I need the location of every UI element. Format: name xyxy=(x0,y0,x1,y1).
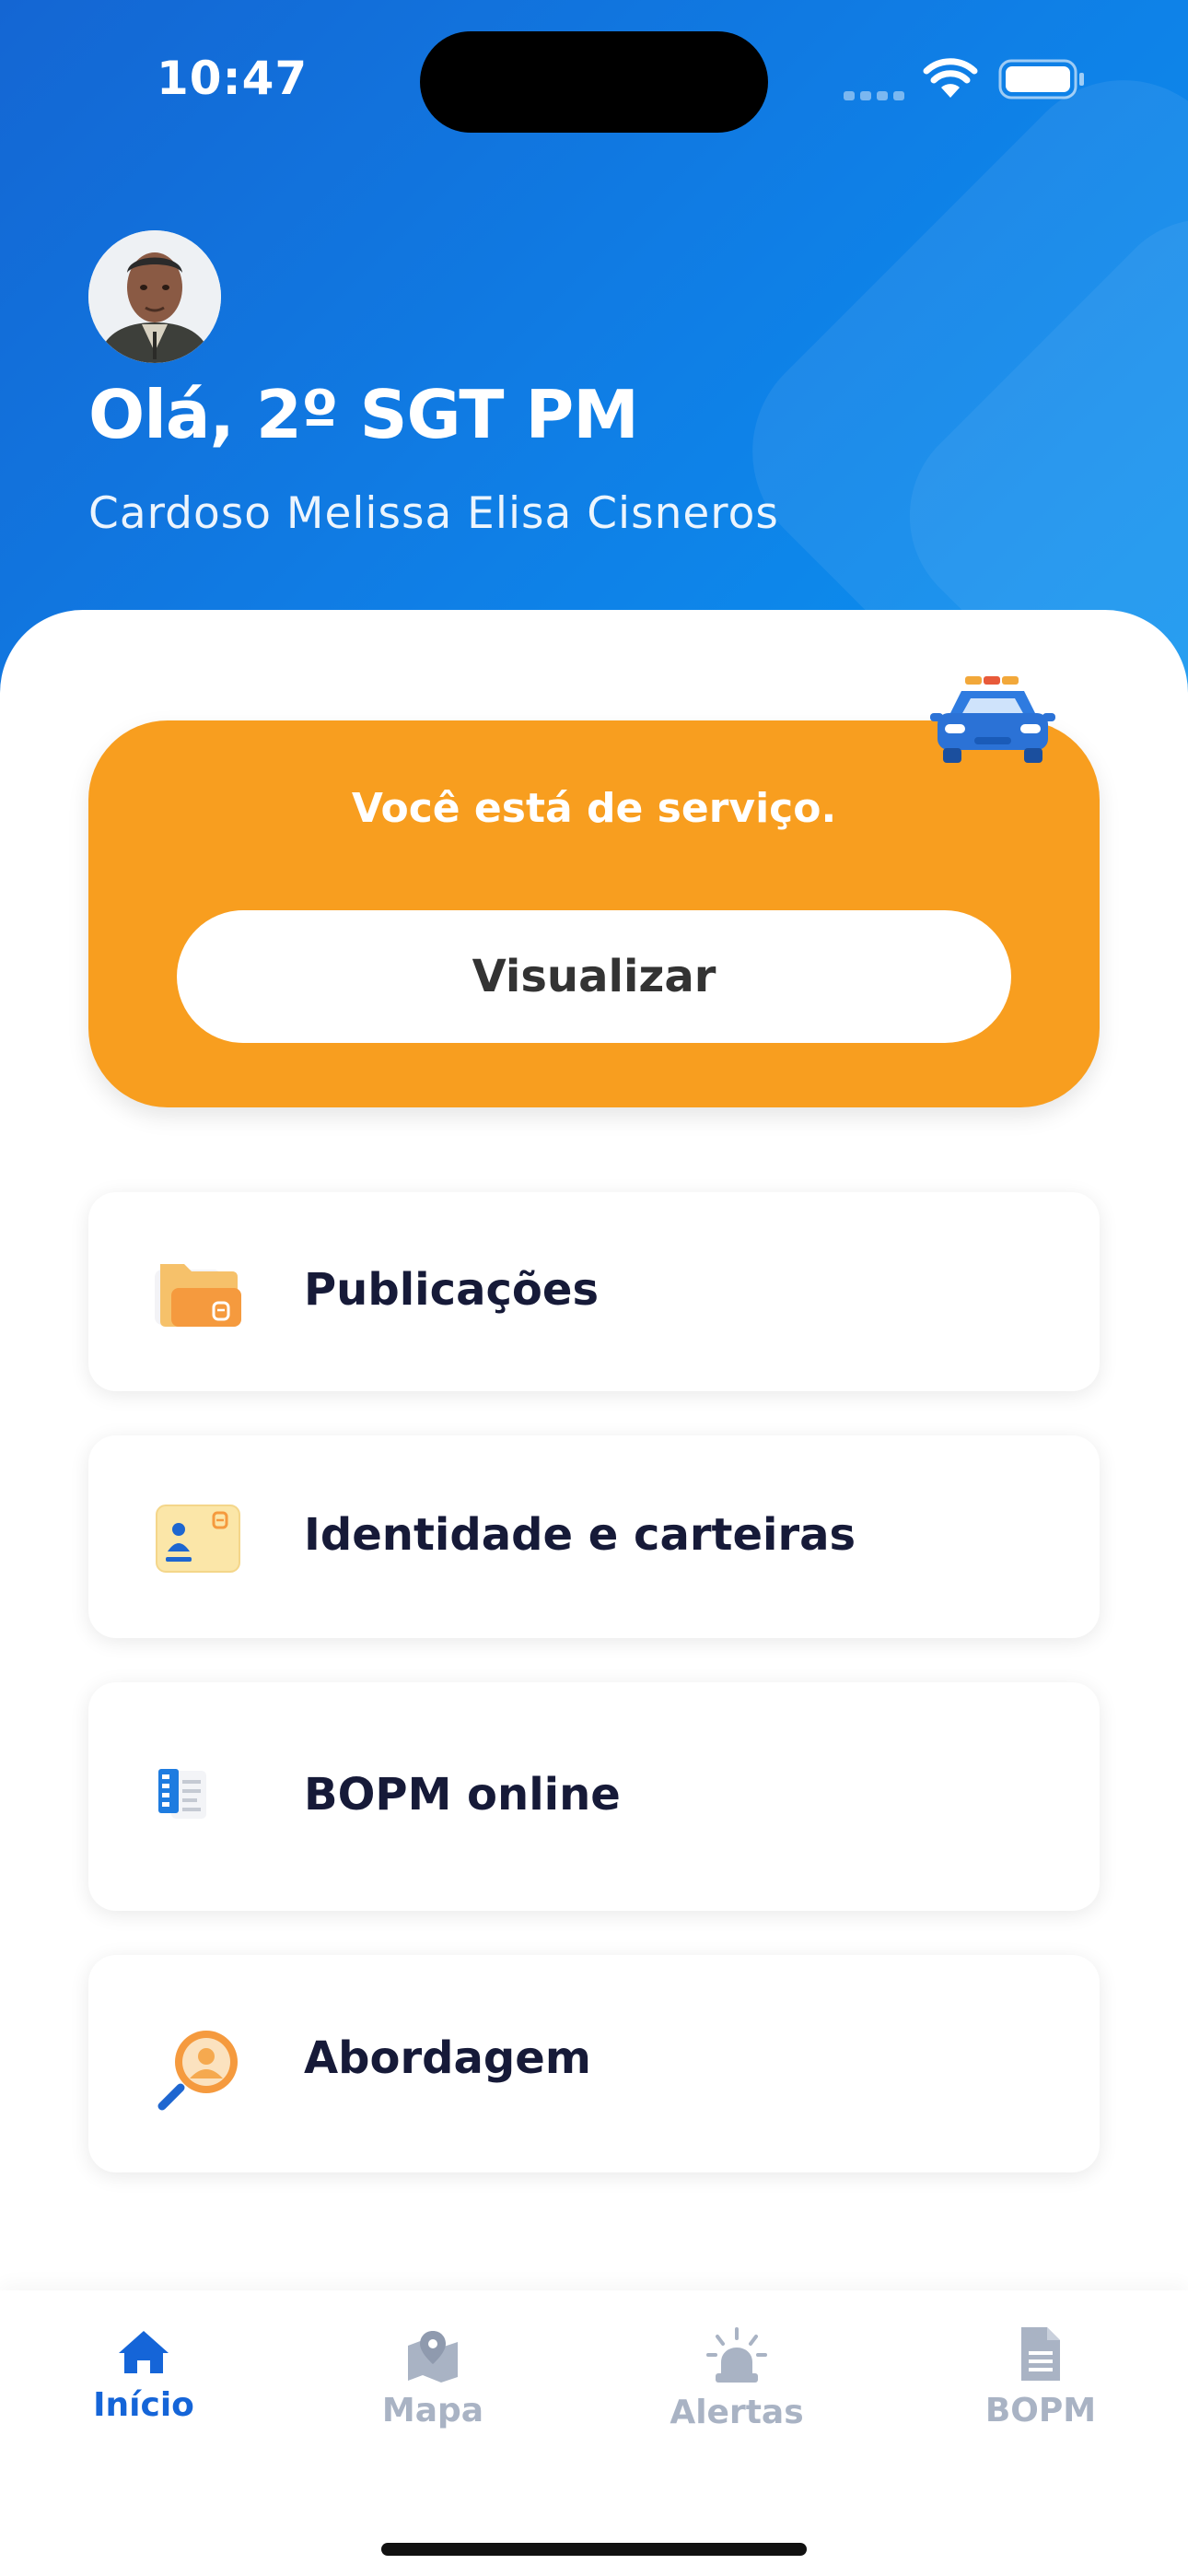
avatar[interactable] xyxy=(88,230,221,363)
police-car-icon xyxy=(930,676,1055,763)
greeting-title: Olá, 2º SGT PM xyxy=(88,376,639,453)
dynamic-island xyxy=(420,31,768,133)
wifi-icon xyxy=(923,58,978,98)
nav-tab-inicio[interactable]: Início xyxy=(42,2327,245,2424)
siren-icon xyxy=(706,2327,767,2383)
menu-item-label: Publicações xyxy=(304,1264,600,1316)
document-icon xyxy=(158,1769,206,1819)
map-icon xyxy=(408,2331,458,2383)
menu-item-abordagem[interactable]: Abordagem xyxy=(88,1955,1100,2172)
status-time: 10:47 xyxy=(157,52,309,105)
menu-item-label: Identidade e carteiras xyxy=(304,1509,856,1561)
menu-item-label: BOPM online xyxy=(304,1769,621,1821)
home-icon xyxy=(119,2331,169,2373)
user-name: Cardoso Melissa Elisa Cisneros xyxy=(88,488,779,539)
nav-label: Mapa xyxy=(381,2392,484,2430)
nav-tab-mapa[interactable]: Mapa xyxy=(332,2329,534,2430)
nav-tab-bopm[interactable]: BOPM xyxy=(939,2325,1142,2430)
nav-tab-alertas[interactable]: Alertas xyxy=(635,2327,838,2431)
menu-item-publicacoes[interactable]: Publicações xyxy=(88,1192,1100,1391)
nav-label: BOPM xyxy=(984,2392,1097,2430)
nav-label: Alertas xyxy=(670,2394,804,2431)
avatar-photo xyxy=(88,230,221,363)
menu-item-bopm-online[interactable]: BOPM online xyxy=(88,1682,1100,1911)
menu-item-label: Abordagem xyxy=(304,2032,591,2084)
battery-icon xyxy=(998,59,1084,100)
search-person-icon xyxy=(157,2031,238,2111)
id-card-icon xyxy=(156,1505,240,1573)
file-icon xyxy=(1021,2327,1060,2381)
view-duty-button[interactable]: Visualizar xyxy=(177,910,1011,1043)
cellular-signal-icon xyxy=(844,87,910,104)
home-indicator xyxy=(381,2543,807,2556)
nav-label: Início xyxy=(93,2386,194,2424)
folder-icon xyxy=(155,1264,241,1327)
duty-status-message: Você está de serviço. xyxy=(351,785,837,832)
menu-item-identidade[interactable]: Identidade e carteiras xyxy=(88,1435,1100,1638)
